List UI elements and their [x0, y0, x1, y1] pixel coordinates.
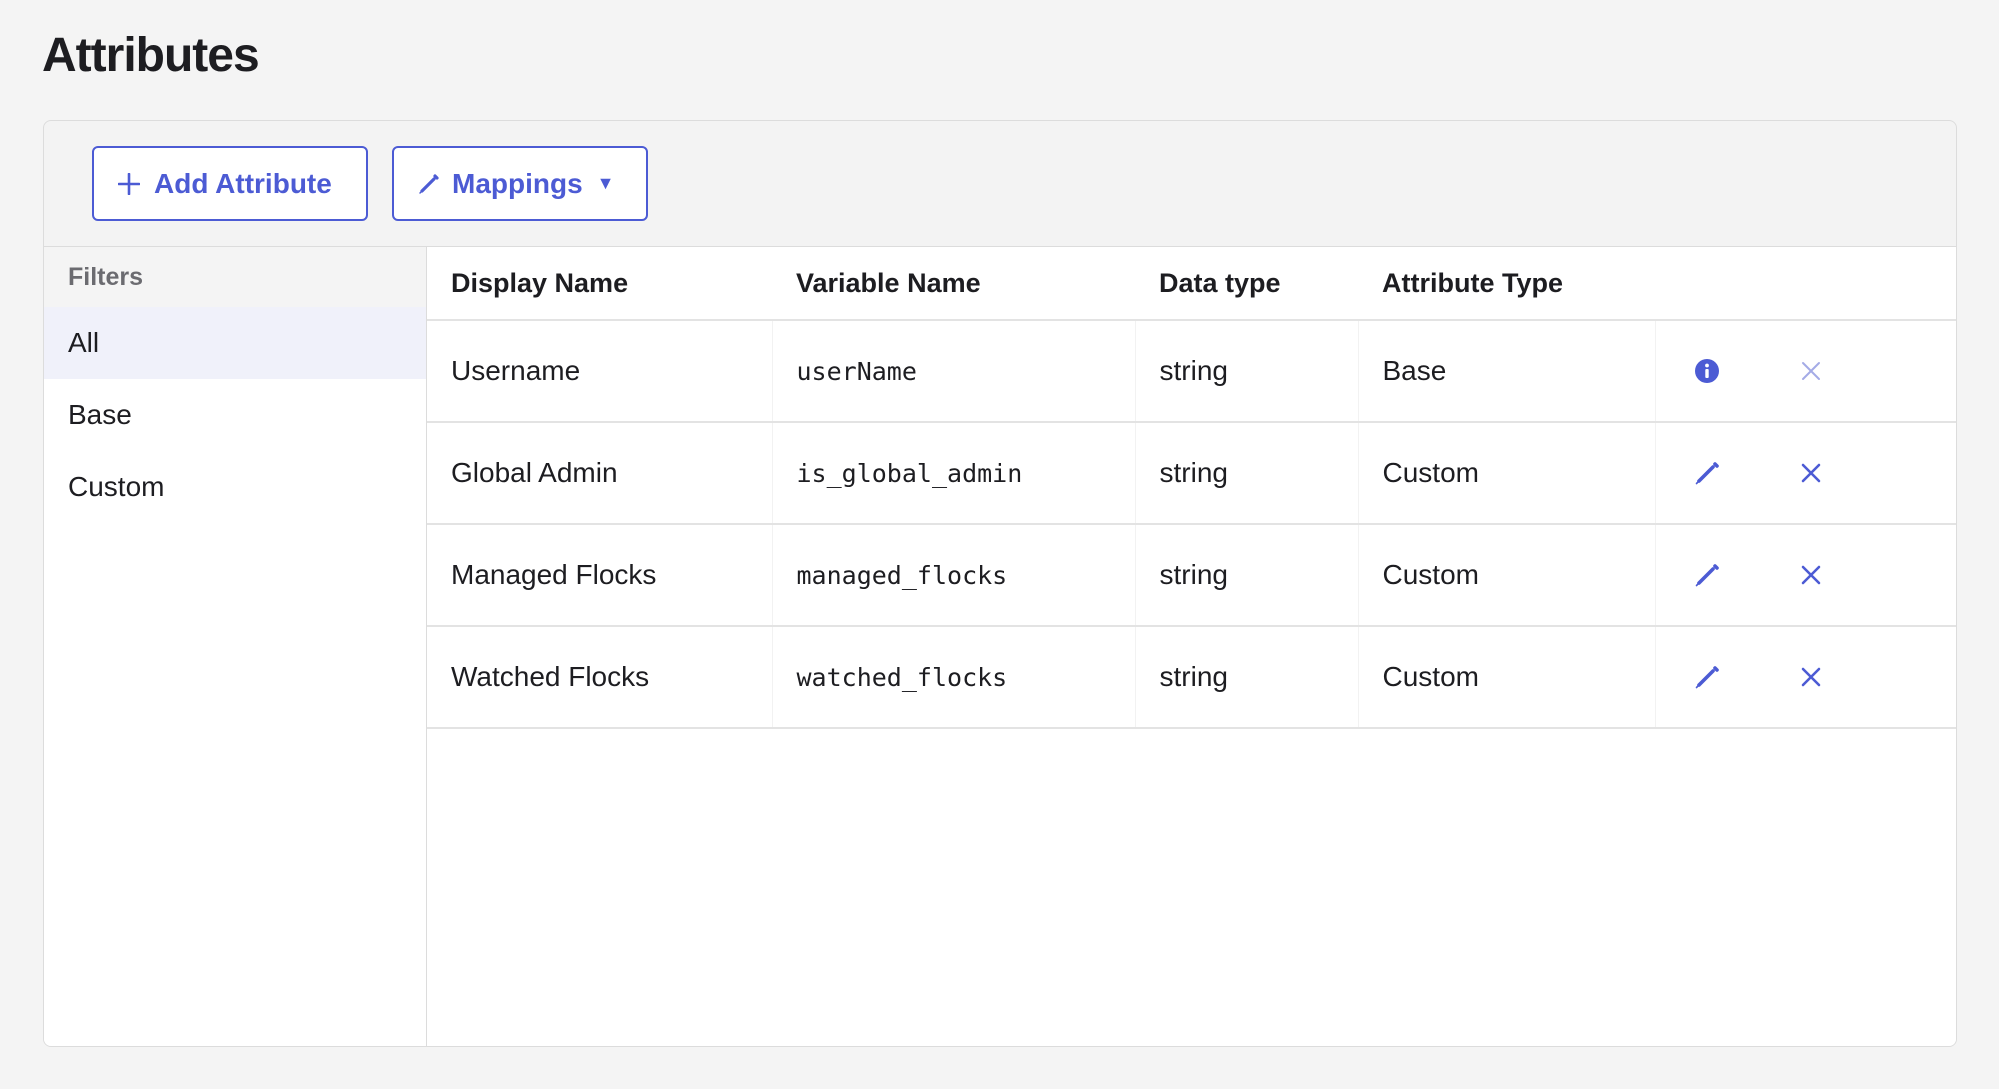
attributes-table-area: Display Name Variable Name Data type Att…: [427, 247, 1956, 1046]
data-type-cell: string: [1135, 320, 1359, 423]
attribute-type-cell: Custom: [1358, 422, 1656, 525]
data-type-cell: string: [1135, 524, 1359, 627]
attributes-table: Display Name Variable Name Data type Att…: [427, 247, 1956, 729]
table-row: Watched Flocks watched_flocks string Cus…: [427, 626, 1956, 729]
variable-name-cell: managed_flocks: [772, 524, 1136, 627]
variable-name-cell: userName: [772, 320, 1136, 423]
mappings-dropdown-button[interactable]: Mappings ▼: [392, 146, 648, 221]
column-header-data-type: Data type: [1135, 247, 1358, 321]
column-header-variable-name: Variable Name: [772, 247, 1135, 321]
data-type-cell: string: [1135, 422, 1359, 525]
variable-name-cell: watched_flocks: [772, 626, 1136, 729]
pencil-icon: [418, 173, 440, 195]
pencil-icon[interactable]: [1687, 657, 1727, 697]
table-header-row: Display Name Variable Name Data type Att…: [427, 247, 1956, 321]
filter-item-all[interactable]: All: [44, 307, 426, 379]
close-icon[interactable]: [1791, 555, 1831, 595]
variable-name-cell: is_global_admin: [772, 422, 1136, 525]
data-type-cell: string: [1135, 626, 1359, 729]
display-name-cell: Username: [427, 320, 773, 423]
attributes-page: Attributes Add Attribute Mappings ▼ Filt…: [0, 0, 1999, 1089]
page-title: Attributes: [42, 29, 260, 82]
attribute-type-cell: Custom: [1358, 626, 1656, 729]
column-header-display-name: Display Name: [427, 247, 772, 321]
attribute-type-cell: Base: [1358, 320, 1656, 423]
pencil-icon[interactable]: [1687, 555, 1727, 595]
filter-item-custom[interactable]: Custom: [44, 451, 426, 523]
close-icon: [1791, 351, 1831, 391]
table-row: Username userName string Base: [427, 320, 1956, 423]
filter-item-base[interactable]: Base: [44, 379, 426, 451]
add-attribute-label: Add Attribute: [154, 167, 332, 199]
display-name-cell: Watched Flocks: [427, 626, 773, 729]
attributes-panel: Add Attribute Mappings ▼ Filters All Bas…: [43, 120, 1957, 1047]
display-name-cell: Global Admin: [427, 422, 773, 525]
pencil-icon[interactable]: [1687, 453, 1727, 493]
info-icon[interactable]: [1687, 351, 1727, 391]
add-attribute-button[interactable]: Add Attribute: [92, 146, 368, 221]
mappings-label: Mappings: [452, 167, 583, 199]
attribute-type-cell: Custom: [1358, 524, 1656, 627]
display-name-cell: Managed Flocks: [427, 524, 773, 627]
filters-heading: Filters: [44, 247, 426, 307]
close-icon[interactable]: [1791, 453, 1831, 493]
toolbar: Add Attribute Mappings ▼: [44, 121, 1956, 247]
table-row: Global Admin is_global_admin string Cust…: [427, 422, 1956, 525]
filters-sidebar: Filters All Base Custom: [44, 247, 427, 1046]
column-header-attribute-type: Attribute Type: [1358, 247, 1655, 321]
plus-icon: [118, 172, 140, 195]
content-area: Filters All Base Custom Display Name Var…: [44, 247, 1956, 1046]
close-icon[interactable]: [1791, 657, 1831, 697]
caret-down-icon: ▼: [596, 173, 615, 193]
table-row: Managed Flocks managed_flocks string Cus…: [427, 524, 1956, 627]
